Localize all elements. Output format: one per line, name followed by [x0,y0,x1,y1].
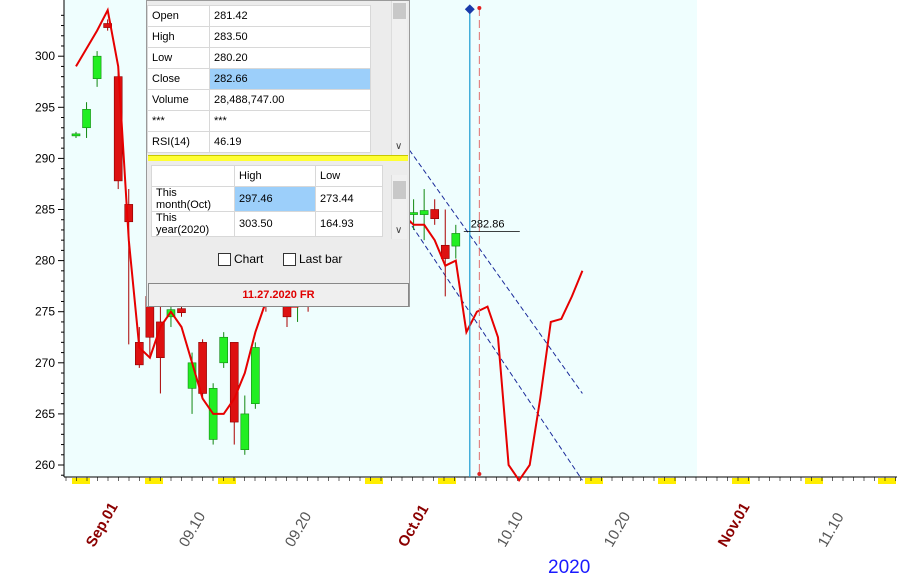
quote-value: 283.50 [209,26,371,48]
date-strip-marker [878,478,896,484]
hilo-scroll-down-arrow[interactable]: ∨ [395,225,402,236]
quote-value: *** [209,110,371,132]
quote-label: Low [147,47,210,69]
quote-row: RSI(14) 46.19 [147,131,371,153]
quote-value: 282.66 [209,68,371,90]
quote-label: High [147,26,210,48]
date-display: 11.27.2020 FR [148,283,409,307]
chart-checkbox[interactable] [218,253,231,266]
hilo-row-low: 164.93 [315,211,383,237]
hilo-table: High Low This month(Oct) 297.46 273.44 T… [151,165,383,237]
year-label: 2020 [548,557,591,578]
quote-row: Close 282.66 [147,68,371,90]
quote-label: Open [147,5,210,27]
plot-background-future [697,0,897,477]
y-tick-label: 295 [35,100,55,114]
date-strip-marker [72,478,90,484]
quote-value: 46.19 [209,131,371,153]
quote-panel: Open 281.42 High 283.50 Low 280.20 Close 282.66… [146,0,410,307]
candle-body [113,76,123,182]
candle-body [419,210,429,215]
quote-table: Open 281.42 High 283.50 Low 280.20 Close 282.66… [147,5,371,153]
quote-label: *** [147,110,210,132]
hilo-scrollbar[interactable]: ∨ [391,175,407,239]
y-tick-label: 300 [35,49,55,63]
x-tick-label: 09.10 [176,509,209,550]
quote-row: Low 280.20 [147,47,371,69]
quote-scroll-thumb[interactable] [393,3,406,19]
hilo-row-low: 273.44 [315,186,383,212]
candlestick-chart[interactable]: 260 265 270 275 280 285 290 295 300 282.86 Sep.0… [0,0,897,580]
candle-body [71,133,81,137]
quote-value: 281.42 [209,5,371,27]
quote-row: Open 281.42 [147,5,371,27]
hilo-scroll-thumb[interactable] [393,181,406,199]
date-strip-marker [805,478,823,484]
x-tick-label: 10.10 [494,509,527,550]
quote-label: Volume [147,89,210,111]
candle-body [251,347,260,404]
date-strip-marker [218,478,236,484]
y-tick-label: 290 [35,151,55,165]
x-axis-labels: Sep.01 09.10 09.20 Oct.01 10.10 10.20 Nov.01 11… [83,500,848,550]
quote-label: Close [147,68,210,90]
date-strip-marker [438,478,456,484]
y-tick-label: 285 [35,203,55,217]
y-tick-label: 265 [35,407,55,421]
quote-row: Volume 28,488,747.00 [147,89,371,111]
hilo-row-label: This year(2020) [151,211,235,237]
candle-body [219,336,228,364]
x-tick-label: Nov.01 [715,500,754,550]
x-tick-label: 11.10 [815,510,848,550]
y-tick-label: 275 [35,305,55,319]
quote-value: 28,488,747.00 [209,89,371,111]
hilo-row-high: 303.50 [234,211,316,237]
y-tick-label: 280 [35,254,55,268]
y-tick-label: 260 [35,458,55,472]
date-strip-marker [585,478,603,484]
date-strip-marker [365,478,383,484]
future-marker-bottom [477,472,482,476]
candle-body [430,209,440,219]
date-strip-marker [732,478,750,484]
last-price-label: 282.86 [471,218,505,230]
hilo-row-label: This month(Oct) [151,186,235,212]
candle-body [229,342,239,423]
candle-body [451,233,461,247]
lastbar-checkbox[interactable] [283,253,296,266]
quote-scrollbar[interactable]: ∨ [391,1,407,155]
candle-body [177,308,186,314]
candle-body [409,212,418,215]
candle-body [240,413,250,450]
hilo-header-high: High [234,165,316,187]
hilo-row-high: 297.46 [234,186,316,212]
lastbar-checkbox-label: Last bar [299,252,343,266]
y-axis-ticks: 260 265 270 275 280 285 290 295 300 [35,49,64,472]
quote-row: High 283.50 [147,26,371,48]
candle-body [82,109,91,129]
future-marker-top [477,6,482,10]
x-tick-label: 09.20 [282,509,315,550]
quote-row: *** *** [147,110,371,132]
candle-body [92,55,102,79]
date-strip [65,477,896,484]
option-row: Chart Last bar [147,244,409,278]
y-tick-label: 270 [35,356,55,370]
chart-checkbox-label: Chart [234,252,264,266]
x-tick-label: 10.20 [601,509,634,550]
hilo-header-low: Low [315,165,383,187]
x-tick-label: Oct.01 [395,502,433,550]
date-strip-marker [658,478,676,484]
scroll-down-arrow[interactable]: ∨ [395,141,402,152]
x-tick-label: Sep.01 [83,500,122,550]
quote-label: RSI(14) [147,131,210,153]
panel-divider [148,155,408,161]
quote-value: 280.20 [209,47,371,69]
